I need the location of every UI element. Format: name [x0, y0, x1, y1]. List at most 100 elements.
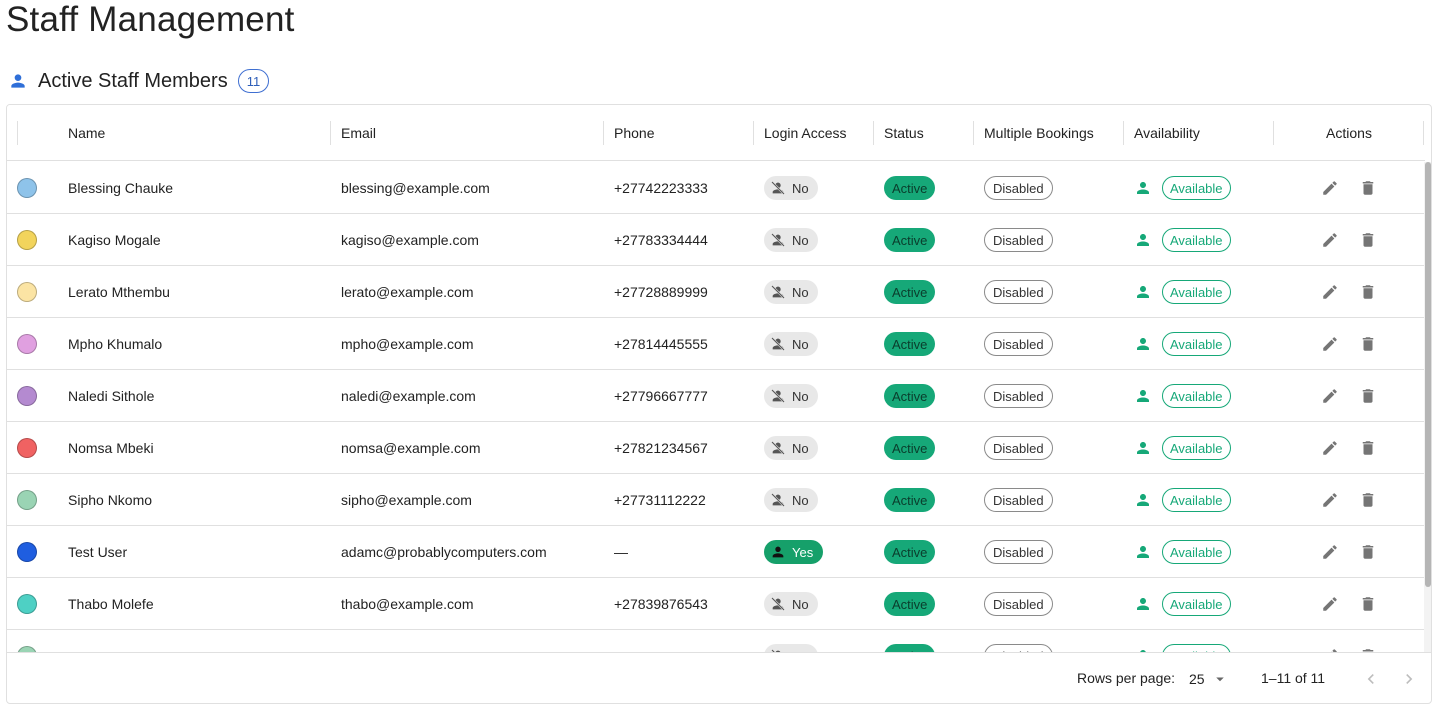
edit-button[interactable] — [1318, 436, 1342, 460]
column-separator[interactable] — [17, 121, 18, 145]
delete-button[interactable] — [1356, 384, 1380, 408]
cell-multi: Disabled — [974, 266, 1124, 318]
pencil-icon — [1323, 545, 1337, 559]
cell-color — [7, 526, 58, 578]
delete-button[interactable] — [1356, 644, 1380, 652]
edit-button[interactable] — [1318, 176, 1342, 200]
column-header-phone[interactable]: Phone — [604, 105, 754, 161]
edit-button[interactable] — [1318, 228, 1342, 252]
multiple-bookings-chip: Disabled — [984, 540, 1053, 564]
edit-button[interactable] — [1318, 332, 1342, 356]
table-row[interactable]: Naledi Sithole naledi@example.com +2779666… — [7, 370, 1425, 422]
delete-button[interactable] — [1356, 332, 1380, 356]
edit-button[interactable] — [1318, 540, 1342, 564]
cell-name: Nomsa Mbeki — [58, 422, 331, 474]
login-access-chip: No — [764, 592, 818, 616]
staff-name: Blessing Chauke — [68, 180, 174, 196]
table-row[interactable]: Lerato Mthembu lerato@example.com +2772888… — [7, 266, 1425, 318]
multiple-bookings-chip: Disabled — [984, 592, 1053, 616]
cell-color — [7, 578, 58, 630]
table-row[interactable]: Blessing Chauke blessing@example.com +2774… — [7, 162, 1425, 214]
person-icon — [772, 546, 784, 558]
cell-actions — [1274, 578, 1424, 630]
person-off-icon — [771, 441, 785, 455]
cell-name: Naledi Sithole — [58, 370, 331, 422]
edit-button[interactable] — [1318, 488, 1342, 512]
edit-button[interactable] — [1318, 644, 1342, 652]
chevron-left-icon — [1367, 674, 1374, 684]
cell-status: Active — [874, 318, 974, 370]
person-icon — [1137, 286, 1149, 298]
staff-phone: +27821234567 — [614, 440, 708, 456]
cell-actions — [1274, 214, 1424, 266]
delete-button[interactable] — [1356, 436, 1380, 460]
previous-page-button[interactable] — [1359, 667, 1383, 691]
availability-chip: Available — [1162, 176, 1231, 200]
vertical-scrollbar[interactable] — [1424, 162, 1431, 652]
pencil-icon — [1323, 493, 1337, 507]
column-header-availability[interactable]: Availability — [1124, 105, 1274, 161]
cell-phone — [604, 630, 754, 652]
cell-color — [7, 266, 58, 318]
column-header-name[interactable]: Name — [58, 105, 331, 161]
table-row[interactable]: Mpho Khumalo mpho@example.com +27814445555… — [7, 318, 1425, 370]
column-header-actions: Actions — [1274, 105, 1424, 161]
table-row[interactable]: Sipho Nkomo sipho@example.com +27731112222… — [7, 474, 1425, 526]
table-row[interactable]: Thabo Molefe thabo@example.com +2783987654… — [7, 578, 1425, 630]
login-access-label: No — [792, 440, 809, 456]
cell-phone: +27728889999 — [604, 266, 754, 318]
table-row[interactable]: Test User adamc@probablycomputers.com — Yes… — [7, 526, 1425, 578]
login-access-label: No — [792, 388, 809, 404]
delete-button[interactable] — [1356, 176, 1380, 200]
table-row[interactable]: No Active Disabled Available — [7, 630, 1425, 652]
cell-phone: +27839876543 — [604, 578, 754, 630]
staff-email: naledi@example.com — [341, 388, 476, 404]
staff-email: lerato@example.com — [341, 284, 474, 300]
column-header-multi[interactable]: Multiple Bookings — [974, 105, 1124, 161]
column-header-status[interactable]: Status — [874, 105, 974, 161]
login-access-chip: No — [764, 332, 818, 356]
table-row[interactable]: Nomsa Mbeki nomsa@example.com +27821234567… — [7, 422, 1425, 474]
edit-button[interactable] — [1318, 384, 1342, 408]
edit-button[interactable] — [1318, 280, 1342, 304]
staff-name: Nomsa Mbeki — [68, 440, 154, 456]
scrollbar-thumb[interactable] — [1425, 162, 1431, 587]
delete-button[interactable] — [1356, 488, 1380, 512]
trash-icon — [1362, 441, 1374, 455]
rows-per-page-label: Rows per page: — [1077, 670, 1176, 686]
column-header-email[interactable]: Email — [331, 105, 604, 161]
staff-color-dot — [17, 178, 37, 198]
delete-button[interactable] — [1356, 228, 1380, 252]
cell-status: Active — [874, 526, 974, 578]
pencil-icon — [1323, 181, 1337, 195]
table-header: Name Email Phone Login Access Status Multiple… — [7, 105, 1425, 161]
cell-phone: +27731112222 — [604, 474, 754, 526]
column-header-label: Availability — [1134, 125, 1200, 141]
staff-color-dot — [17, 282, 37, 302]
availability-chip: Available — [1162, 436, 1231, 460]
column-header-login[interactable]: Login Access — [754, 105, 874, 161]
availability-indicator: Available — [1124, 436, 1231, 460]
rows-per-page-select[interactable]: 25 — [1189, 667, 1229, 691]
delete-button[interactable] — [1356, 540, 1380, 564]
delete-button[interactable] — [1356, 280, 1380, 304]
trash-icon — [1362, 181, 1374, 195]
cell-status: Active — [874, 370, 974, 422]
delete-button[interactable] — [1356, 592, 1380, 616]
column-header-label: Phone — [614, 125, 655, 141]
edit-button[interactable] — [1318, 592, 1342, 616]
cell-email: naledi@example.com — [331, 370, 604, 422]
table-body: Blessing Chauke blessing@example.com +2774… — [7, 162, 1425, 652]
multiple-bookings-chip: Disabled — [984, 332, 1053, 356]
staff-phone: +27783334444 — [614, 232, 708, 248]
next-page-button[interactable] — [1397, 667, 1421, 691]
staff-color-dot — [17, 386, 37, 406]
cell-email: adamc@probablycomputers.com — [331, 526, 604, 578]
status-chip: Active — [884, 644, 936, 652]
cell-name: Kagiso Mogale — [58, 214, 331, 266]
column-separator[interactable] — [1423, 121, 1424, 145]
multiple-bookings-chip: Disabled — [984, 280, 1053, 304]
staff-email: blessing@example.com — [341, 180, 490, 196]
table-row[interactable]: Kagiso Mogale kagiso@example.com +27783334… — [7, 214, 1425, 266]
cell-status: Active — [874, 162, 974, 214]
